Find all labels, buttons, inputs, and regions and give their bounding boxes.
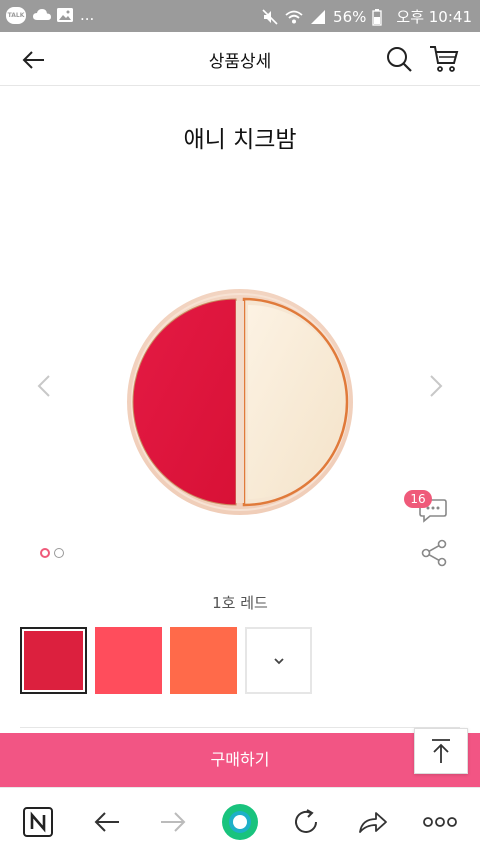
carousel-indicator xyxy=(40,548,64,558)
wifi-icon xyxy=(285,8,303,26)
review-count-badge: 16 xyxy=(404,490,432,508)
more-menu-icon[interactable] xyxy=(422,806,458,838)
browser-toolbar xyxy=(0,787,480,853)
divider xyxy=(20,727,460,728)
refresh-icon[interactable] xyxy=(290,806,322,838)
chevron-down-icon xyxy=(273,657,284,664)
swatch-1-fill xyxy=(24,631,83,690)
arrow-up-icon xyxy=(432,739,450,763)
share-icon[interactable] xyxy=(419,538,449,568)
browser-forward-icon[interactable] xyxy=(157,806,189,838)
product-title: 애니 치크밤 xyxy=(183,127,297,153)
carousel-prev-icon[interactable] xyxy=(34,372,54,400)
scroll-to-top-button[interactable] xyxy=(414,728,468,774)
green-dot-home-icon[interactable] xyxy=(220,802,260,842)
more-notifications: ... xyxy=(80,6,95,24)
mute-icon xyxy=(261,8,279,26)
kakaotalk-icon: TALK xyxy=(6,6,26,24)
carousel-dot-1[interactable] xyxy=(40,548,50,558)
cloud-icon xyxy=(32,6,51,24)
product-image[interactable] xyxy=(125,287,355,517)
battery-icon xyxy=(372,8,390,26)
buy-button[interactable]: 구매하기 xyxy=(0,733,480,787)
cart-icon[interactable] xyxy=(428,43,460,75)
app-header: 상품상세 xyxy=(0,32,480,86)
battery-text: 56% xyxy=(333,7,367,26)
clock: 오후 10:41 xyxy=(396,8,472,26)
status-bar: TALK ... 56% 오후 10:41 xyxy=(0,0,480,32)
search-icon[interactable] xyxy=(384,44,414,74)
swatch-3[interactable] xyxy=(170,627,237,694)
carousel-next-icon[interactable] xyxy=(426,372,446,400)
browser-back-icon[interactable] xyxy=(91,806,123,838)
swatch-2[interactable] xyxy=(95,627,162,694)
review-button[interactable]: 16 xyxy=(404,490,452,526)
selected-color-name: 1호 레드 xyxy=(212,594,268,612)
share-forward-icon[interactable] xyxy=(357,806,389,838)
carousel-dot-2[interactable] xyxy=(54,548,64,558)
signal-icon xyxy=(309,8,327,26)
naver-home-icon[interactable] xyxy=(22,806,54,838)
color-swatches xyxy=(20,627,312,694)
swatch-1[interactable] xyxy=(20,627,87,694)
more-colors-button[interactable] xyxy=(245,627,312,694)
image-icon xyxy=(56,6,74,24)
